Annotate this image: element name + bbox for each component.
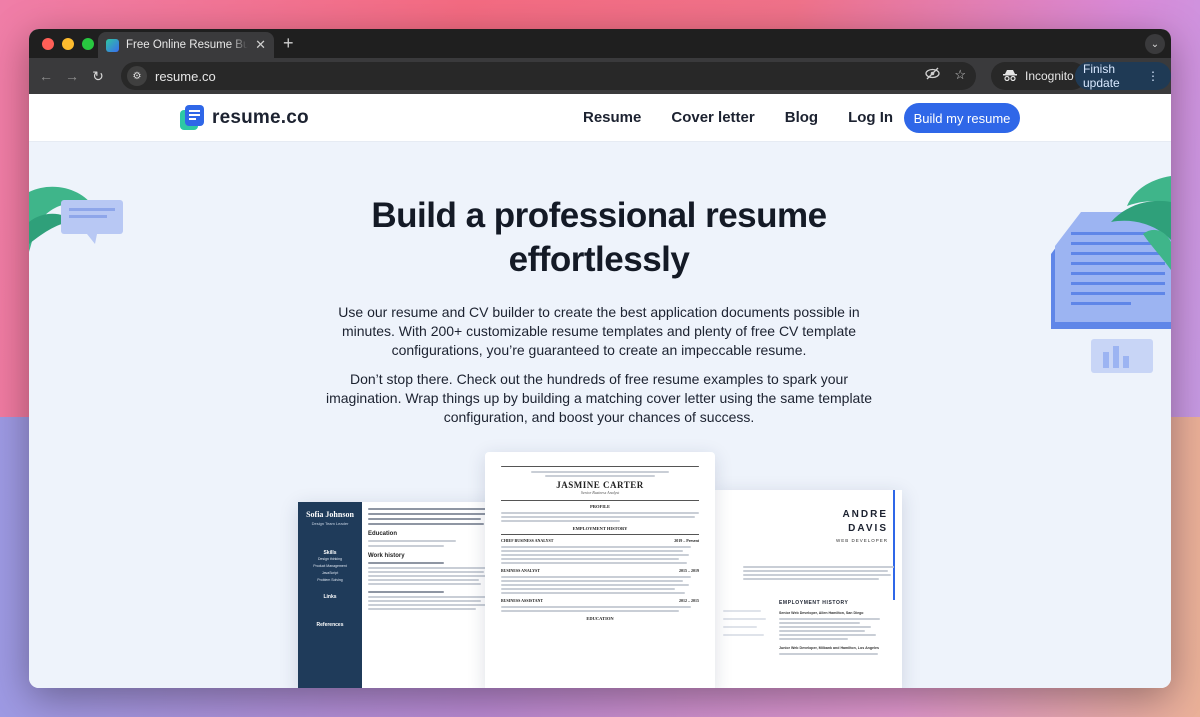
resume-employment: EMPLOYMENT HISTORY Senior Web Developer,…: [779, 600, 894, 657]
window-controls: [42, 37, 94, 50]
site-logo[interactable]: resume.co: [180, 105, 309, 131]
finish-update-label: Finish update: [1083, 62, 1120, 90]
document-leaf-illustration: [1051, 176, 1171, 373]
resume-name: Sofia Johnson: [306, 510, 354, 519]
browser-window: Free Online Resume Builder to ✕ + ⌄ ← → …: [29, 29, 1171, 688]
chat-bubble-leaf-illustration: [29, 186, 123, 252]
star-icon[interactable]: ☆: [954, 67, 966, 83]
resume-section-work-history: Work history: [368, 553, 405, 559]
resume-skill: Problem Solving: [317, 578, 343, 582]
web-page: resume.co Resume Cover letter Blog Log I…: [29, 94, 1171, 688]
resume-job: BUSINESS ANALYST 2015 – 2019: [501, 568, 699, 573]
resume-job: Senior Web Developer, Allen Hamilton, Sa…: [779, 611, 864, 615]
hero-title: Build a professional resume effortlessly: [371, 196, 827, 279]
tab-title: Free Online Resume Builder to: [126, 39, 249, 51]
resume-section-links: Links: [323, 594, 337, 600]
build-my-resume-button[interactable]: Build my resume: [904, 103, 1020, 133]
resume-name: JASMINE CARTER: [556, 480, 644, 490]
resume-job: BUSINESS ASSISTANT 2012 – 2015: [501, 598, 699, 603]
resume-job: Junior Web Developer, Milbank and Hamilt…: [779, 646, 880, 650]
hero-paragraph-1: Use our resume and CV builder to create …: [338, 304, 860, 358]
nav-log-in[interactable]: Log In: [848, 109, 893, 126]
incognito-icon: [1003, 69, 1017, 84]
resume-header: ANDRE DAVIS WEB DEVELOPER: [836, 508, 888, 543]
resume-preview-jasmine[interactable]: JASMINE CARTER Senior Business Analyst P…: [485, 452, 715, 688]
resume-body: Education Work history: [368, 508, 494, 612]
resume-role: Design Team Leader: [311, 521, 349, 526]
resume-section-references: References: [316, 622, 344, 628]
resume-section-employment: EMPLOYMENT HISTORY: [572, 526, 628, 531]
incognito-label: Incognito: [1025, 69, 1074, 83]
resume-skill: Design thinking: [318, 557, 342, 561]
resume-role: Senior Business Analyst: [580, 490, 620, 495]
browser-toolbar: ← → ↻ ⚙ resume.co ☆ Incognito Finish upd…: [29, 58, 1171, 94]
arrow-right-icon[interactable]: →: [59, 68, 85, 84]
resume-preview-sofia[interactable]: Sofia Johnson Design Team Leader Skills …: [298, 502, 498, 688]
tab-search-button[interactable]: ⌄: [1145, 34, 1165, 54]
resume-job: CHIEF BUSINESS ANALYST 2019 – Present: [501, 538, 699, 543]
nav-cover-letter[interactable]: Cover letter: [671, 109, 754, 126]
resume-section-education: EDUCATION: [586, 616, 614, 621]
new-tab-button[interactable]: +: [283, 33, 294, 54]
nav-resume[interactable]: Resume: [583, 109, 641, 126]
nav-blog[interactable]: Blog: [785, 109, 818, 126]
resume-section-profile: PROFILE: [589, 504, 610, 509]
address-bar[interactable]: ⚙ resume.co ☆: [121, 62, 976, 90]
kebab-menu-icon[interactable]: ⋮: [1147, 69, 1159, 83]
close-window-button[interactable]: [42, 37, 54, 50]
incognito-badge[interactable]: Incognito: [991, 62, 1086, 90]
main-nav: Resume Cover letter Blog Log In: [583, 109, 893, 126]
tab-active[interactable]: Free Online Resume Builder to ✕: [98, 32, 274, 58]
favicon-icon: [106, 38, 119, 52]
resume-first-name: ANDRE: [842, 509, 888, 520]
resume-skill: Product Management: [313, 564, 347, 568]
resume-section-employment: EMPLOYMENT HISTORY: [779, 600, 849, 606]
resume-role: WEB DEVELOPER: [835, 538, 888, 543]
minimize-window-button[interactable]: [62, 37, 74, 50]
reload-icon[interactable]: ↻: [85, 68, 111, 85]
address-bar-actions: ☆: [925, 67, 966, 83]
close-tab-icon[interactable]: ✕: [255, 37, 266, 53]
tab-strip: Free Online Resume Builder to ✕ + ⌄: [29, 29, 1171, 58]
resume-section-education: Education: [368, 531, 398, 537]
arrow-left-icon[interactable]: ←: [33, 68, 59, 84]
site-header: resume.co Resume Cover letter Blog Log I…: [29, 94, 1171, 142]
logo-text: resume.co: [212, 107, 309, 128]
maximize-window-button[interactable]: [82, 37, 94, 50]
url-text[interactable]: resume.co: [155, 69, 216, 84]
tune-icon[interactable]: ⚙: [127, 66, 147, 86]
resume-last-name: DAVIS: [848, 523, 888, 534]
resume-sidebar-lines: [723, 600, 771, 642]
resume-summary: [743, 566, 894, 582]
eye-off-icon[interactable]: [925, 67, 940, 83]
resume-body: JASMINE CARTER Senior Business Analyst P…: [501, 466, 699, 621]
resume-preview-andre[interactable]: ANDRE DAVIS WEB DEVELOPER EMPLOYMENT HIS…: [715, 490, 902, 688]
resume-sidebar: Sofia Johnson Design Team Leader Skills …: [298, 502, 362, 688]
resume-skill: JavaScript: [321, 571, 339, 575]
logo-icon: [180, 105, 204, 131]
finish-update-button[interactable]: Finish update ⋮: [1075, 62, 1171, 90]
hero-paragraph-2: Don’t stop there. Check out the hundreds…: [325, 371, 873, 425]
